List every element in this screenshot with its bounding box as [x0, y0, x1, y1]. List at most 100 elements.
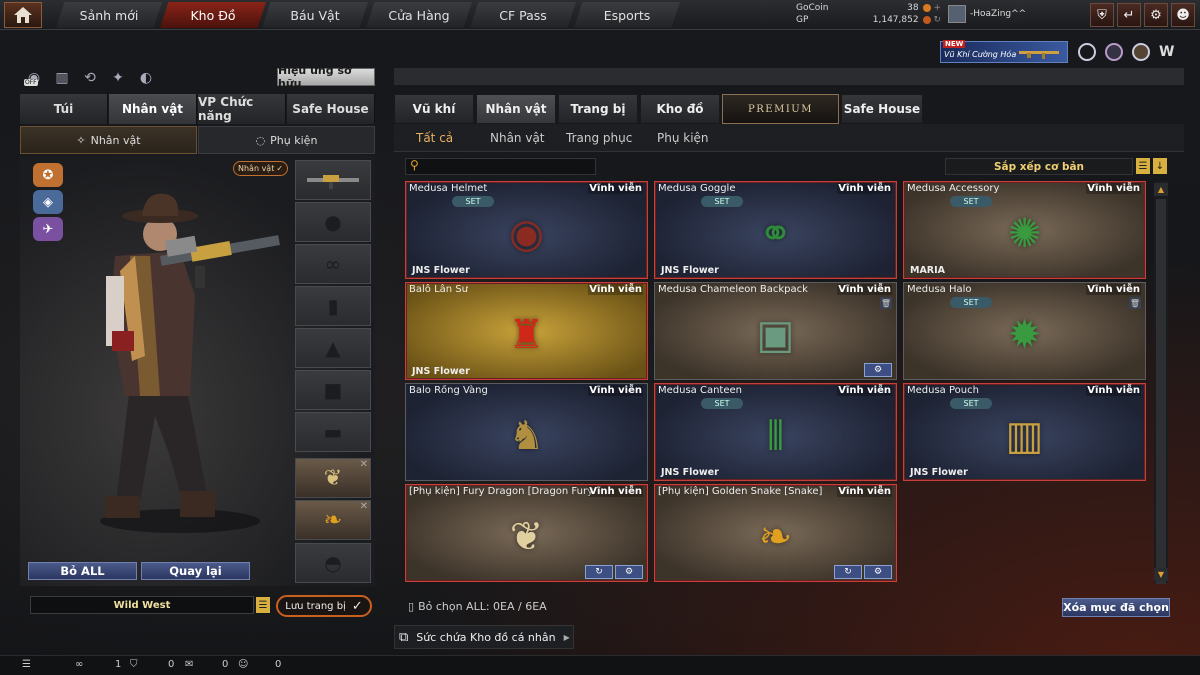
- character-filter-bird[interactable]: ✈: [33, 217, 63, 241]
- nav-tab-esports[interactable]: Esports: [574, 2, 680, 28]
- left-tab-functional[interactable]: VP Chức năng: [198, 94, 286, 124]
- pouch-icon: ▥: [1005, 412, 1044, 459]
- event-badge-icon[interactable]: [1132, 43, 1150, 61]
- list-icon[interactable]: ☰: [22, 659, 31, 670]
- refresh-gift-icon: ↻: [595, 567, 603, 577]
- nav-tab-lobby[interactable]: Sảnh mới: [56, 2, 162, 28]
- user-profile[interactable]: -HoaZing^^: [948, 5, 1026, 23]
- right-tab-safe-house[interactable]: Safe House: [841, 94, 923, 124]
- slot-goggle[interactable]: ∞: [295, 244, 371, 284]
- clear-selected-button[interactable]: Xóa mục đã chọn: [1062, 598, 1170, 617]
- storage-capacity-button[interactable]: ⧉ Sức chứa Kho đồ cá nhân ▶: [394, 625, 574, 649]
- item-scrollbar[interactable]: ▲ ▼: [1154, 181, 1168, 584]
- left-tab-bag[interactable]: Túi: [20, 94, 108, 124]
- promo-banner[interactable]: NEW Vũ Khí Cường Hóa: [940, 40, 1068, 63]
- scroll-down-icon[interactable]: ▼: [1154, 568, 1168, 581]
- slot-helmet[interactable]: ●: [295, 202, 371, 242]
- home-button[interactable]: [4, 2, 42, 28]
- vest-silhouette-icon: ▲: [325, 336, 341, 360]
- scroll-thumb[interactable]: [1156, 199, 1166, 584]
- right-tab-weapons[interactable]: Vũ khí: [394, 94, 474, 124]
- slot-weapon[interactable]: [295, 160, 371, 200]
- left-subtab-character[interactable]: ✧ Nhân vật: [20, 126, 197, 154]
- sort-menu-button[interactable]: ☰: [1136, 158, 1150, 174]
- slot-vest[interactable]: ▲: [295, 328, 371, 368]
- shield-button[interactable]: ⛨: [1090, 3, 1114, 27]
- sort-dropdown[interactable]: Sắp xếp cơ bản: [945, 158, 1133, 175]
- right-tab-premium[interactable]: PREMIUM: [722, 94, 839, 124]
- item-card[interactable]: Medusa Halo Vĩnh viễn ✹ SET 🗑: [903, 282, 1146, 380]
- item-card[interactable]: Medusa Accessory Vĩnh viễn ✺ SET MARIA: [903, 181, 1146, 279]
- backpack-silhouette-icon: ■: [323, 378, 343, 402]
- chat-icon[interactable]: ✉: [185, 659, 193, 670]
- right-subtab-character[interactable]: Nhân vật: [490, 131, 545, 145]
- refresh-icon[interactable]: ↻: [933, 15, 941, 25]
- off-badge: OFF: [24, 79, 38, 86]
- item-card[interactable]: Medusa Canteen Vĩnh viễn ⦀ SET JNS Flower: [654, 383, 897, 481]
- right-subtab-costume[interactable]: Trang phục: [566, 131, 632, 145]
- binoculars-icon[interactable]: ∞: [75, 659, 83, 670]
- nav-tab-cf-pass[interactable]: CF Pass: [470, 2, 576, 28]
- nav-tab-inventory[interactable]: Kho Đồ: [160, 2, 266, 28]
- slot-accessory-snake[interactable]: ❧ ✕: [295, 500, 371, 540]
- save-loadout-button[interactable]: Lưu trang bị ✓: [276, 595, 372, 617]
- settings-button[interactable]: ⚙: [615, 565, 643, 579]
- rotate-button[interactable]: ⟲: [80, 68, 100, 88]
- add-gocoin-icon[interactable]: +: [933, 3, 941, 13]
- slot-backpack[interactable]: ■: [295, 370, 371, 410]
- settings-button[interactable]: ⚙: [864, 565, 892, 579]
- visibility-toggle-button[interactable]: ◉ OFF: [24, 68, 44, 88]
- profile-button[interactable]: ☻: [1171, 3, 1195, 27]
- character-filter-mask[interactable]: ◈: [33, 190, 63, 214]
- left-subtab-accessory[interactable]: ◌ Phụ kiện: [198, 126, 375, 154]
- slot-pouch[interactable]: ▬: [295, 412, 371, 452]
- clan-badge-icon[interactable]: [1105, 43, 1123, 61]
- nav-tab-treasure[interactable]: Báu Vật: [262, 2, 368, 28]
- left-tab-character[interactable]: Nhân vật: [109, 94, 197, 124]
- item-card[interactable]: [Phụ kiện] Golden Snake [Snake] Vĩnh viễn…: [654, 484, 897, 582]
- right-tab-equipment[interactable]: Trang bị: [558, 94, 638, 124]
- back-button[interactable]: Quay lại: [141, 562, 250, 580]
- nav-tab-shop[interactable]: Cửa Hàng: [366, 2, 472, 28]
- item-card[interactable]: Balo Rồng Vàng Vĩnh viễn ♞: [405, 383, 648, 481]
- remove-icon[interactable]: ✕: [360, 459, 368, 470]
- right-tab-storage[interactable]: Kho đồ: [640, 94, 720, 124]
- trash-icon[interactable]: 🗑: [1129, 297, 1141, 309]
- right-subtab-all[interactable]: Tất cả: [416, 131, 453, 145]
- preset-menu-button[interactable]: ☰: [256, 597, 270, 613]
- preset-name-field[interactable]: Wild West: [30, 596, 254, 614]
- slot-extra[interactable]: ◓: [295, 543, 371, 583]
- slot-mask[interactable]: ▮: [295, 286, 371, 326]
- gift-button[interactable]: ↻: [834, 565, 862, 579]
- item-card[interactable]: Medusa Helmet Vĩnh viễn ◉ SET JNS Flower: [405, 181, 648, 279]
- remove-all-button[interactable]: Bỏ ALL: [28, 562, 137, 580]
- pose-button[interactable]: ✦: [108, 68, 128, 88]
- right-subtab-accessory[interactable]: Phụ kiện: [657, 131, 709, 145]
- vip-badge-icon[interactable]: W: [1159, 44, 1179, 60]
- shield-icon[interactable]: ⛉: [130, 659, 138, 670]
- trash-icon[interactable]: 🗑: [880, 297, 892, 309]
- item-card[interactable]: Medusa Pouch Vĩnh viễn ▥ SET JNS Flower: [903, 383, 1146, 481]
- remove-icon[interactable]: ✕: [360, 501, 368, 512]
- friends-icon[interactable]: ☺: [238, 659, 248, 670]
- rank-badge-icon[interactable]: [1078, 43, 1096, 61]
- scroll-up-icon[interactable]: ▲: [1154, 183, 1168, 196]
- status-bar: ☰ ∞ 1 ⛉ 0 ✉ 0 ☺ 0: [0, 655, 1200, 675]
- gift-button[interactable]: ↻: [585, 565, 613, 579]
- owned-effects-button[interactable]: Hiệu ứng sở hữu: [277, 64, 375, 90]
- item-card[interactable]: Medusa Chameleon Backpack Vĩnh viễn ▣ 🗑 ⚙: [654, 282, 897, 380]
- sort-order-button[interactable]: ↓: [1153, 158, 1167, 174]
- right-tab-character[interactable]: Nhân vật: [476, 94, 556, 124]
- exit-button[interactable]: ↵: [1117, 3, 1141, 27]
- item-card[interactable]: [Phụ kiện] Fury Dragon [Dragon Fury] Vĩnh…: [405, 484, 648, 582]
- stats-button[interactable]: ▥: [52, 68, 72, 88]
- mouse-button[interactable]: ◐: [136, 68, 156, 88]
- search-input[interactable]: [405, 158, 596, 175]
- left-tab-safe-house[interactable]: Safe House: [287, 94, 375, 124]
- slot-accessory-dragon[interactable]: ❦ ✕: [295, 458, 371, 498]
- settings-button[interactable]: ⚙: [1144, 3, 1168, 27]
- character-filter-wolf[interactable]: ✪: [33, 163, 63, 187]
- item-card[interactable]: Medusa Goggle Vĩnh viễn ⚭ SET JNS Flower: [654, 181, 897, 279]
- settings-button[interactable]: ⚙: [864, 363, 892, 377]
- item-card[interactable]: Balô Lân Sư Vĩnh viễn ♜ JNS Flower: [405, 282, 648, 380]
